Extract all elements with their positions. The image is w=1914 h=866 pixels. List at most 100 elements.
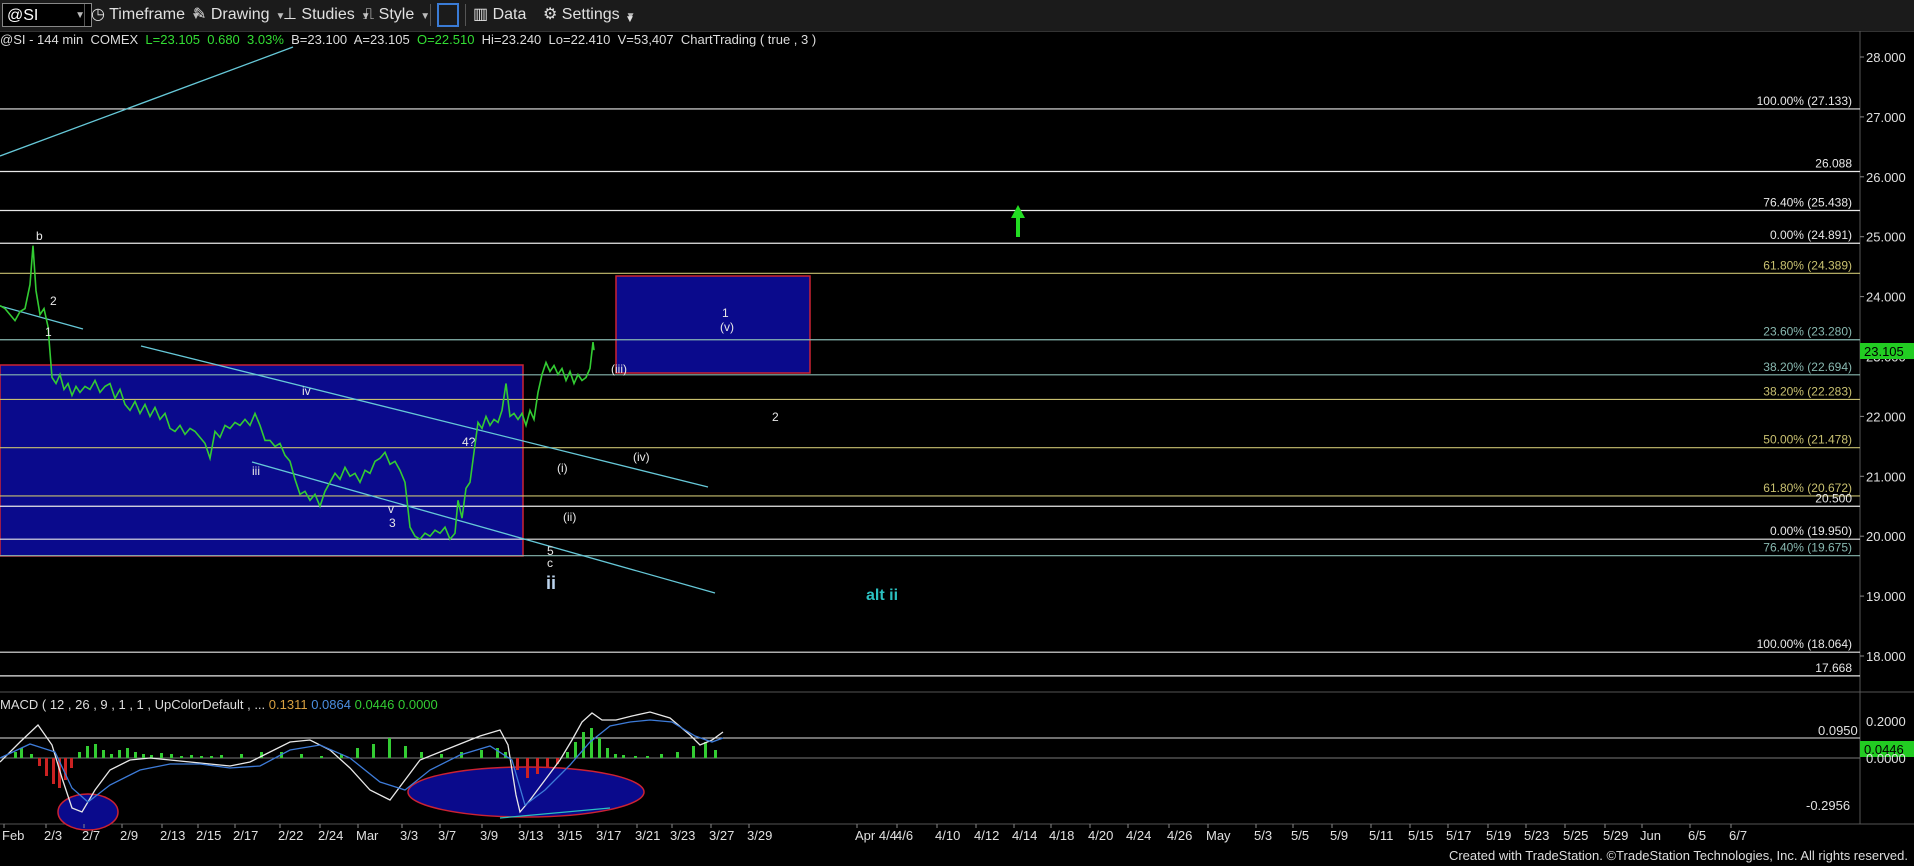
macd-bar <box>170 754 173 758</box>
time-tick-label: May <box>1206 828 1231 843</box>
macd-bar <box>110 754 113 758</box>
time-tick-label: 3/9 <box>480 828 498 843</box>
time-tick-label: 5/5 <box>1291 828 1309 843</box>
macd-bar <box>52 758 55 784</box>
time-tick-label: 4/10 <box>935 828 960 843</box>
wave-label: iii <box>252 464 260 478</box>
time-tick-label: 5/17 <box>1446 828 1471 843</box>
macd-level-label: 0.0950 <box>1818 723 1858 738</box>
macd-bar <box>94 744 97 758</box>
macd-bar <box>676 752 679 758</box>
time-tick-label: 5/19 <box>1486 828 1511 843</box>
macd-bar <box>660 754 663 758</box>
macd-value-3: 0.0446 <box>354 697 395 712</box>
time-tick-label: 6/7 <box>1729 828 1747 843</box>
macd-bar <box>566 752 569 758</box>
macd-bar <box>70 758 73 768</box>
time-tick-label: 5/11 <box>1369 828 1393 843</box>
trendline-upper <box>0 46 294 157</box>
wave-label: iv <box>302 384 311 398</box>
copyright-footer: Created with TradeStation. ©TradeStation… <box>1448 848 1908 863</box>
macd-bar <box>646 756 649 758</box>
macd-bar <box>516 758 519 770</box>
macd-bar <box>300 754 303 758</box>
wave-label: (ii) <box>563 510 576 524</box>
macd-bar <box>692 746 695 758</box>
macd-pane: 0.2000 0.0950 0.0446 0.0000 -0.2956 <box>0 711 1914 831</box>
time-tick-label: 4/18 <box>1049 828 1074 843</box>
wave-label: 1 <box>722 306 729 320</box>
wave-label: 3 <box>389 516 396 530</box>
time-tick-label: 2/9 <box>120 828 138 843</box>
macd-bar <box>582 732 585 758</box>
time-tick-label: 4/26 <box>1167 828 1192 843</box>
time-tick-label: 4/6 <box>895 828 913 843</box>
time-tick-label: 5/25 <box>1563 828 1588 843</box>
level-label: 0.00% (24.891) <box>1770 228 1852 242</box>
macd-bar <box>372 744 375 758</box>
price-tick-label: 22.000 <box>1866 409 1906 424</box>
time-tick-label: 5/3 <box>1254 828 1272 843</box>
macd-bar <box>102 750 105 758</box>
macd-bar <box>598 738 601 758</box>
macd-bar <box>240 754 243 758</box>
macd-info-line: MACD ( 12 , 26 , 9 , 1 , 1 , UpColorDefa… <box>0 697 438 712</box>
price-chart[interactable]: 100.00% (27.133) 26.088 76.40% (25.438) 0.0… <box>0 0 1914 866</box>
time-tick-label: 2/22 <box>278 828 303 843</box>
macd-bar <box>440 754 443 758</box>
macd-bar <box>420 752 423 758</box>
time-tick-label: 4/14 <box>1012 828 1037 843</box>
macd-bar <box>118 750 121 758</box>
macd-bar <box>14 752 17 758</box>
macd-bar <box>526 758 529 778</box>
macd-bar <box>220 755 223 758</box>
macd-value-1: 0.1311 <box>268 697 308 712</box>
time-tick-label: 5/15 <box>1408 828 1433 843</box>
last-price-tag: 23.105 <box>1860 343 1914 359</box>
level-label: 17.668 <box>1815 661 1852 675</box>
time-tick-label: 5/29 <box>1603 828 1628 843</box>
time-tick-label: 3/21 <box>635 828 660 843</box>
time-tick-label: Jun <box>1640 828 1661 843</box>
level-label: 20.500 <box>1815 491 1852 505</box>
macd-bar <box>160 753 163 758</box>
time-tick-label: Apr 4/4 <box>855 828 897 843</box>
macd-bar <box>45 758 48 776</box>
time-tick-label: 3/13 <box>518 828 543 843</box>
up-arrow-icon <box>1011 205 1025 237</box>
macd-bar <box>78 752 81 758</box>
macd-bar <box>714 750 717 758</box>
macd-bar <box>210 756 213 758</box>
alt-wave-label: alt ii <box>866 587 898 604</box>
macd-bar <box>590 728 593 758</box>
macd-bar <box>388 738 391 758</box>
time-tick-label: 4/24 <box>1126 828 1151 843</box>
time-tick-label: Mar <box>356 828 379 843</box>
macd-value-4: 0.0000 <box>398 697 438 712</box>
time-tick-label: 5/9 <box>1330 828 1348 843</box>
wave-label: (v) <box>720 320 734 334</box>
macd-bar <box>606 748 609 758</box>
wave-label: v <box>388 502 394 516</box>
wave-label: 2 <box>50 294 57 308</box>
macd-bar <box>20 748 23 758</box>
time-tick-label: 2/13 <box>160 828 185 843</box>
macd-oval-left <box>57 793 119 831</box>
macd-bar <box>320 756 323 758</box>
macd-tick-label: 0.0000 <box>1866 751 1906 766</box>
time-tick-label: 3/17 <box>596 828 621 843</box>
macd-bar <box>574 742 577 758</box>
level-label: 76.40% (25.438) <box>1763 195 1852 209</box>
price-tick-label: 20.000 <box>1866 529 1906 544</box>
level-label: 38.20% (22.283) <box>1763 384 1852 398</box>
level-label: 38.20% (22.694) <box>1763 360 1852 374</box>
macd-bar <box>614 754 617 758</box>
time-tick-label: 6/5 <box>1688 828 1706 843</box>
macd-bar <box>142 754 145 758</box>
level-label: 61.80% (24.389) <box>1763 258 1852 272</box>
price-tick-label: 24.000 <box>1866 290 1906 305</box>
macd-bar <box>38 758 41 766</box>
time-tick-label: 2/3 <box>44 828 62 843</box>
macd-bar <box>180 756 183 758</box>
macd-bar <box>356 748 359 758</box>
